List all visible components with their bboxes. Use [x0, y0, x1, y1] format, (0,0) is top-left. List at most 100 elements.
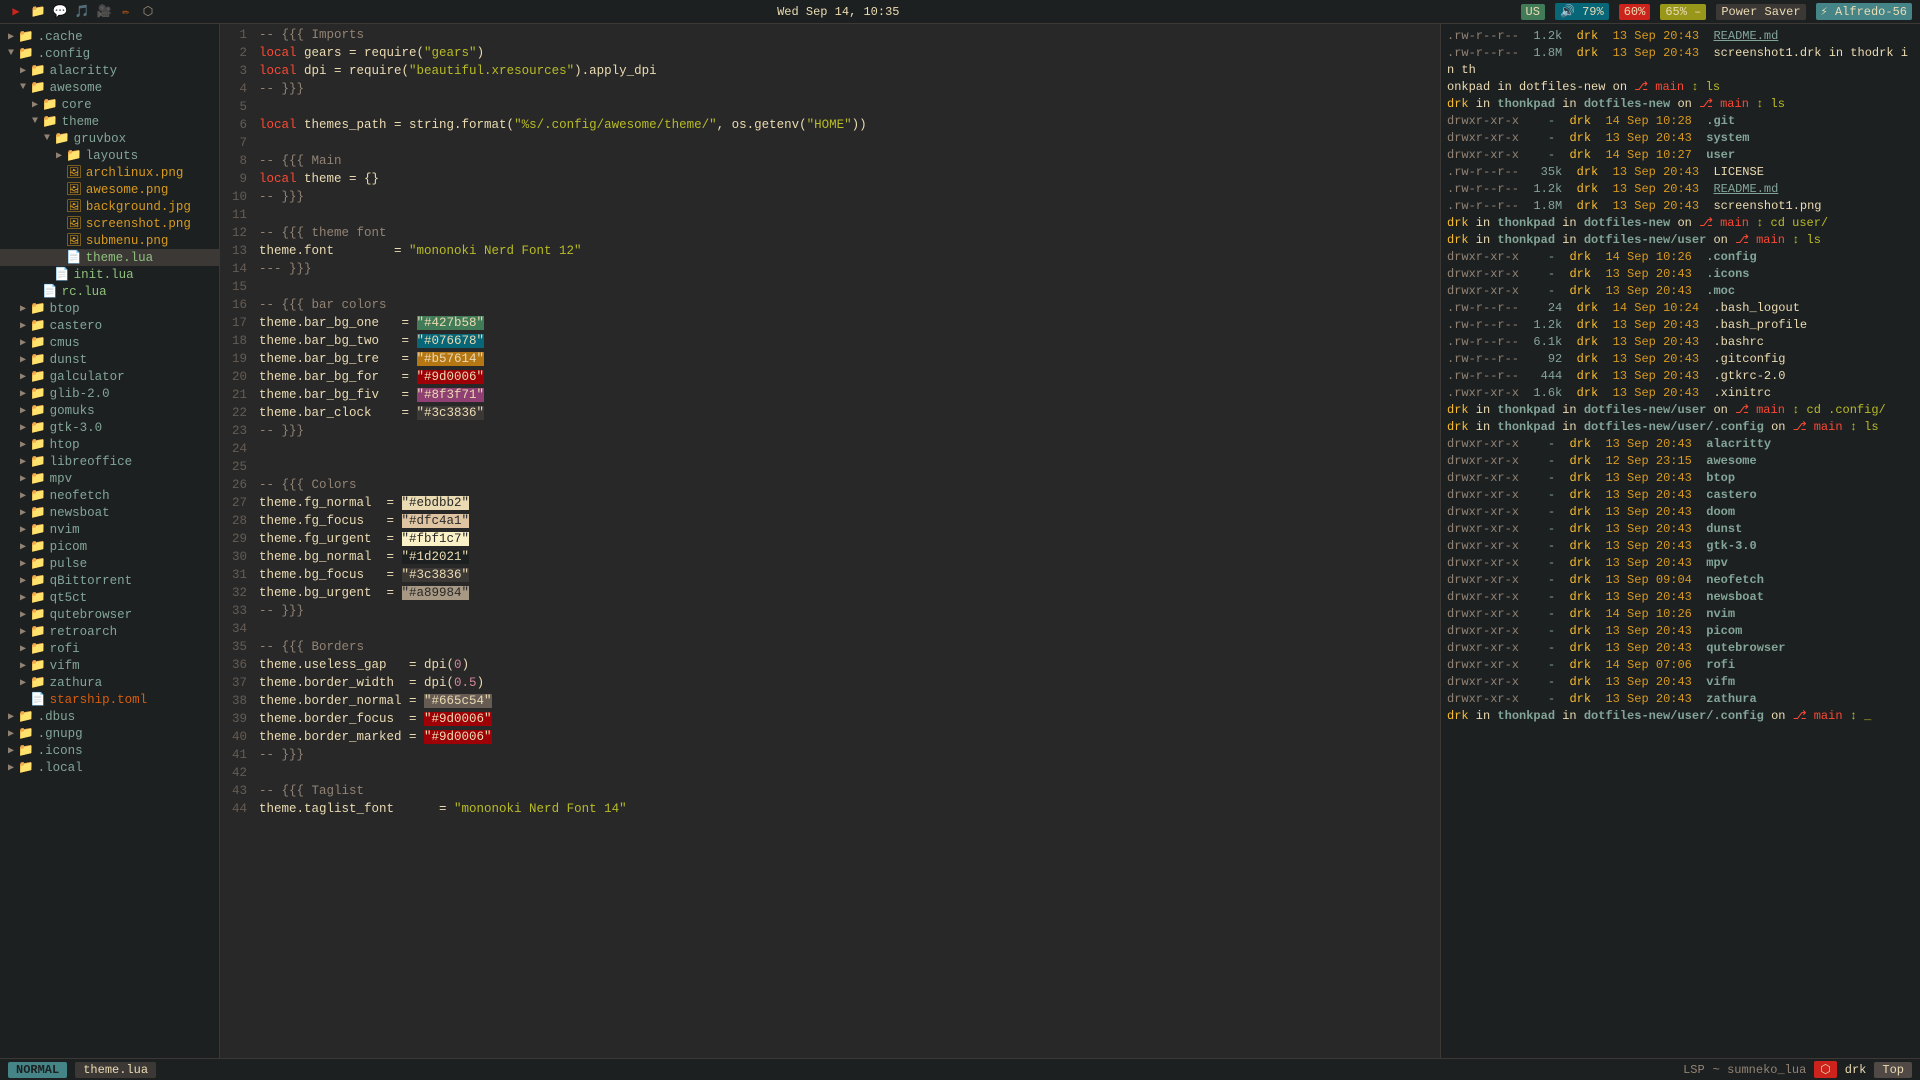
tree-item-alacritty[interactable]: ▶📁alacritty — [0, 62, 219, 79]
code-line-15: 15 — [220, 278, 1440, 296]
tree-item-gomuks[interactable]: ▶📁gomuks — [0, 402, 219, 419]
tree-item-starship[interactable]: ▶📄starship.toml — [0, 691, 219, 708]
tree-item-libreoffice[interactable]: ▶📁libreoffice — [0, 453, 219, 470]
current-file-badge: theme.lua — [75, 1062, 156, 1078]
code-line-17: 17 theme.bar_bg_one = "#427b58" — [220, 314, 1440, 332]
term-line-34: drwxr-xr-x - drk 14 Sep 10:26 nvim — [1447, 606, 1914, 623]
tree-item-rc-lua[interactable]: ▶📄rc.lua — [0, 283, 219, 300]
terminal-panel[interactable]: .rw-r--r-- 1.2k drk 13 Sep 20:43 README.… — [1440, 24, 1920, 1058]
tree-item-background[interactable]: ▶🖼background.jpg — [0, 198, 219, 215]
tree-item-retroarch[interactable]: ▶📁retroarch — [0, 623, 219, 640]
code-line-9: 9 local theme = {} — [220, 170, 1440, 188]
term-line-5: drwxr-xr-x - drk 14 Sep 10:28 .git — [1447, 113, 1914, 130]
code-line-27: 27 theme.fg_normal = "#ebdbb2" — [220, 494, 1440, 512]
app-icon-7[interactable]: ⬡ — [140, 4, 156, 20]
tree-item-awesome[interactable]: ▼📁awesome — [0, 79, 219, 96]
tree-item-local[interactable]: ▶📁.local — [0, 759, 219, 776]
app-icon-3[interactable]: 💬 — [52, 4, 68, 20]
tree-item-archlinux[interactable]: ▶🖼archlinux.png — [0, 164, 219, 181]
editor-content[interactable]: 1 -- {{{ Imports 2 local gears = require… — [220, 24, 1440, 1058]
term-line-6: drwxr-xr-x - drk 13 Sep 20:43 system — [1447, 130, 1914, 147]
tree-item-config[interactable]: ▼📁.config — [0, 45, 219, 62]
code-line-37: 37 theme.border_width = dpi(0.5) — [220, 674, 1440, 692]
tree-item-picom[interactable]: ▶📁picom — [0, 538, 219, 555]
app-icon-1[interactable]: ▶ — [8, 4, 24, 20]
tree-item-newsboat[interactable]: ▶📁newsboat — [0, 504, 219, 521]
term-line-14: drwxr-xr-x - drk 13 Sep 20:43 .icons — [1447, 266, 1914, 283]
code-line-43: 43 -- {{{ Taglist — [220, 782, 1440, 800]
code-line-33: 33 -- }}} — [220, 602, 1440, 620]
tree-item-glib[interactable]: ▶📁glib-2.0 — [0, 385, 219, 402]
tree-item-theme[interactable]: ▼📁theme — [0, 113, 219, 130]
tree-item-gnupg[interactable]: ▶📁.gnupg — [0, 725, 219, 742]
term-line-3: onkpad in dotfiles-new on ⎇ main ↕ ls — [1447, 79, 1914, 96]
tree-item-rofi[interactable]: ▶📁rofi — [0, 640, 219, 657]
vim-mode-badge: NORMAL — [8, 1062, 67, 1078]
tree-item-cmus[interactable]: ▶📁cmus — [0, 334, 219, 351]
tree-item-gtk3[interactable]: ▶📁gtk-3.0 — [0, 419, 219, 436]
topbar-right: US 🔊 79% 60% 65% – Power Saver ⚡ Alfredo… — [1521, 3, 1912, 20]
tree-item-mpv[interactable]: ▶📁mpv — [0, 470, 219, 487]
term-line-26: drwxr-xr-x - drk 13 Sep 20:43 btop — [1447, 470, 1914, 487]
tree-item-screenshot[interactable]: ▶🖼screenshot.png — [0, 215, 219, 232]
code-line-34: 34 — [220, 620, 1440, 638]
term-line-37: drwxr-xr-x - drk 14 Sep 07:06 rofi — [1447, 657, 1914, 674]
topbar-datetime: Wed Sep 14, 10:35 — [777, 5, 899, 19]
tree-item-pulse[interactable]: ▶📁pulse — [0, 555, 219, 572]
term-line-39: drwxr-xr-x - drk 13 Sep 20:43 zathura — [1447, 691, 1914, 708]
term-line-30: drwxr-xr-x - drk 13 Sep 20:43 gtk-3.0 — [1447, 538, 1914, 555]
code-line-25: 25 — [220, 458, 1440, 476]
code-line-31: 31 theme.bg_focus = "#3c3836" — [220, 566, 1440, 584]
tree-item-theme-lua[interactable]: ▶📄theme.lua — [0, 249, 219, 266]
tree-item-core[interactable]: ▶📁core — [0, 96, 219, 113]
term-line-8: .rw-r--r-- 35k drk 13 Sep 20:43 LICENSE — [1447, 164, 1914, 181]
code-line-22: 22 theme.bar_clock = "#3c3836" — [220, 404, 1440, 422]
tree-item-cache[interactable]: ▶📁.cache — [0, 28, 219, 45]
tree-item-neofetch[interactable]: ▶📁neofetch — [0, 487, 219, 504]
term-line-22: drk in thonkpad in dotfiles-new/user on … — [1447, 402, 1914, 419]
tree-item-layouts[interactable]: ▶📁layouts — [0, 147, 219, 164]
app-icon-5[interactable]: 🎥 — [96, 4, 112, 20]
tree-item-init-lua[interactable]: ▶📄init.lua — [0, 266, 219, 283]
term-line-12: drk in thonkpad in dotfiles-new/user on … — [1447, 232, 1914, 249]
tree-item-htop[interactable]: ▶📁htop — [0, 436, 219, 453]
code-line-35: 35 -- {{{ Borders — [220, 638, 1440, 656]
volume-badge: 🔊 79% — [1555, 3, 1609, 20]
tree-item-awesome-png[interactable]: ▶🖼awesome.png — [0, 181, 219, 198]
term-line-11: drk in thonkpad in dotfiles-new on ⎇ mai… — [1447, 215, 1914, 232]
code-line-3: 3 local dpi = require("beautiful.xresour… — [220, 62, 1440, 80]
tree-item-galculator[interactable]: ▶📁galculator — [0, 368, 219, 385]
topbar: ▶ 📁 💬 🎵 🎥 ✏ ⬡ Wed Sep 14, 10:35 US 🔊 79%… — [0, 0, 1920, 24]
term-line-29: drwxr-xr-x - drk 13 Sep 20:43 dunst — [1447, 521, 1914, 538]
tree-item-dunst[interactable]: ▶📁dunst — [0, 351, 219, 368]
tree-item-vifm[interactable]: ▶📁vifm — [0, 657, 219, 674]
code-line-29: 29 theme.fg_urgent = "#fbf1c7" — [220, 530, 1440, 548]
app-icon-6[interactable]: ✏ — [118, 4, 134, 20]
term-line-25: drwxr-xr-x - drk 12 Sep 23:15 awesome — [1447, 453, 1914, 470]
tree-item-gruvbox[interactable]: ▼📁gruvbox — [0, 130, 219, 147]
code-line-21: 21 theme.bar_bg_fiv = "#8f3f71" — [220, 386, 1440, 404]
tree-item-dbus[interactable]: ▶📁.dbus — [0, 708, 219, 725]
term-line-28: drwxr-xr-x - drk 13 Sep 20:43 doom — [1447, 504, 1914, 521]
term-line-16: .rw-r--r-- 24 drk 14 Sep 10:24 .bash_log… — [1447, 300, 1914, 317]
tree-item-zathura[interactable]: ▶📁zathura — [0, 674, 219, 691]
file-tree: ▶📁.cache ▼📁.config ▶📁alacritty ▼📁awesome… — [0, 24, 220, 1058]
tree-item-btop[interactable]: ▶📁btop — [0, 300, 219, 317]
code-line-5: 5 — [220, 98, 1440, 116]
app-icon-2[interactable]: 📁 — [30, 4, 46, 20]
term-line-40: drk in thonkpad in dotfiles-new/user/.co… — [1447, 708, 1914, 725]
term-line-1: .rw-r--r-- 1.2k drk 13 Sep 20:43 README.… — [1447, 28, 1914, 45]
statusbar: NORMAL theme.lua LSP ~ sumneko_lua ⬡ drk… — [0, 1058, 1920, 1080]
tree-item-qt5ct[interactable]: ▶📁qt5ct — [0, 589, 219, 606]
term-line-21: .rwxr-xr-x 1.6k drk 13 Sep 20:43 .xinitr… — [1447, 385, 1914, 402]
tree-item-castero[interactable]: ▶📁castero — [0, 317, 219, 334]
code-line-10: 10 -- }}} — [220, 188, 1440, 206]
tree-item-qbittorrent[interactable]: ▶📁qBittorrent — [0, 572, 219, 589]
tree-item-nvim[interactable]: ▶📁nvim — [0, 521, 219, 538]
term-line-32: drwxr-xr-x - drk 13 Sep 09:04 neofetch — [1447, 572, 1914, 589]
tree-item-qutebrowser[interactable]: ▶📁qutebrowser — [0, 606, 219, 623]
code-line-38: 38 theme.border_normal = "#665c54" — [220, 692, 1440, 710]
app-icon-4[interactable]: 🎵 — [74, 4, 90, 20]
tree-item-submenu[interactable]: ▶🖼submenu.png — [0, 232, 219, 249]
tree-item-icons[interactable]: ▶📁.icons — [0, 742, 219, 759]
